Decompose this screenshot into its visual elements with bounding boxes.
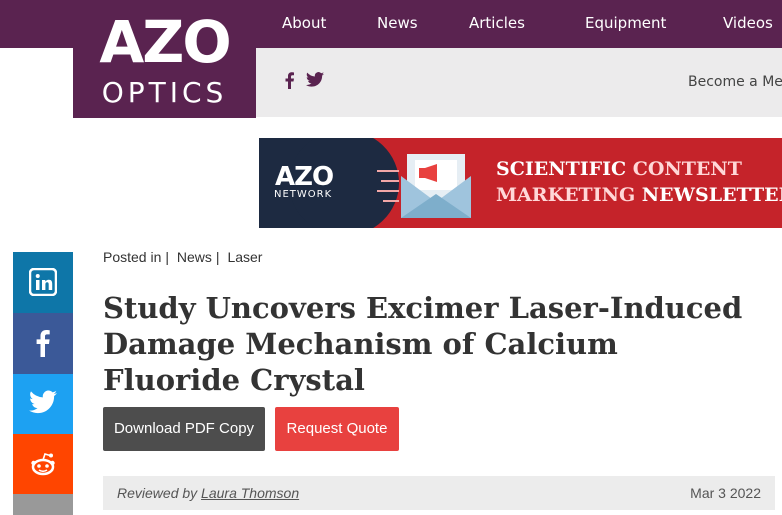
- reviewer-link[interactable]: Laura Thomson: [201, 485, 299, 501]
- share-reddit-button[interactable]: [13, 434, 73, 495]
- azo-optics-logo[interactable]: AZO OPTICS: [73, 4, 256, 118]
- reviewed-by: Reviewed by Laura Thomson: [117, 485, 299, 501]
- become-member-link[interactable]: Become a Mem: [688, 74, 782, 90]
- banner-line-1: SCIENTIFIC CONTENT: [496, 158, 742, 180]
- nav-news[interactable]: News: [377, 14, 418, 32]
- nav-about[interactable]: About: [282, 14, 326, 32]
- request-quote-button[interactable]: Request Quote: [275, 407, 399, 451]
- review-bar: Reviewed by Laura Thomson Mar 3 2022: [103, 476, 775, 510]
- nav-videos[interactable]: Videos: [723, 14, 773, 32]
- posted-in-label: Posted in: [103, 249, 162, 265]
- facebook-icon: [36, 330, 50, 357]
- nav-articles[interactable]: Articles: [469, 14, 525, 32]
- logo-sub-text: OPTICS: [101, 76, 228, 109]
- reddit-icon: [31, 453, 55, 476]
- share-twitter-button[interactable]: [13, 374, 73, 435]
- share-facebook-button[interactable]: [13, 313, 73, 374]
- category-news-link[interactable]: News: [177, 249, 212, 265]
- share-linkedin-button[interactable]: [13, 252, 73, 313]
- megaphone-envelope-icon: [377, 154, 471, 218]
- banner-line-2: MARKETING NEWSLETTER: [496, 184, 782, 206]
- breadcrumb: Posted in | News | Laser: [103, 249, 263, 265]
- nav-equipment[interactable]: Equipment: [585, 14, 666, 32]
- twitter-icon: [29, 390, 57, 414]
- facebook-icon[interactable]: [285, 72, 294, 94]
- share-more-button[interactable]: [13, 494, 73, 515]
- category-laser-link[interactable]: Laser: [227, 249, 262, 265]
- publish-date: Mar 3 2022: [690, 485, 761, 501]
- twitter-icon[interactable]: [306, 72, 324, 92]
- banner-brand: AZO: [275, 162, 334, 192]
- reviewed-by-label: Reviewed by: [117, 485, 198, 501]
- banner-network: NETWORK: [274, 189, 333, 200]
- logo-main-text: AZO: [99, 8, 231, 76]
- newsletter-banner[interactable]: AZO NETWORK SCIENTIFIC CONTENT MARKETING…: [259, 138, 782, 228]
- download-pdf-button[interactable]: Download PDF Copy: [103, 407, 265, 451]
- linkedin-icon: [29, 268, 57, 296]
- page-title: Study Uncovers Excimer Laser-Induced Dam…: [103, 291, 743, 397]
